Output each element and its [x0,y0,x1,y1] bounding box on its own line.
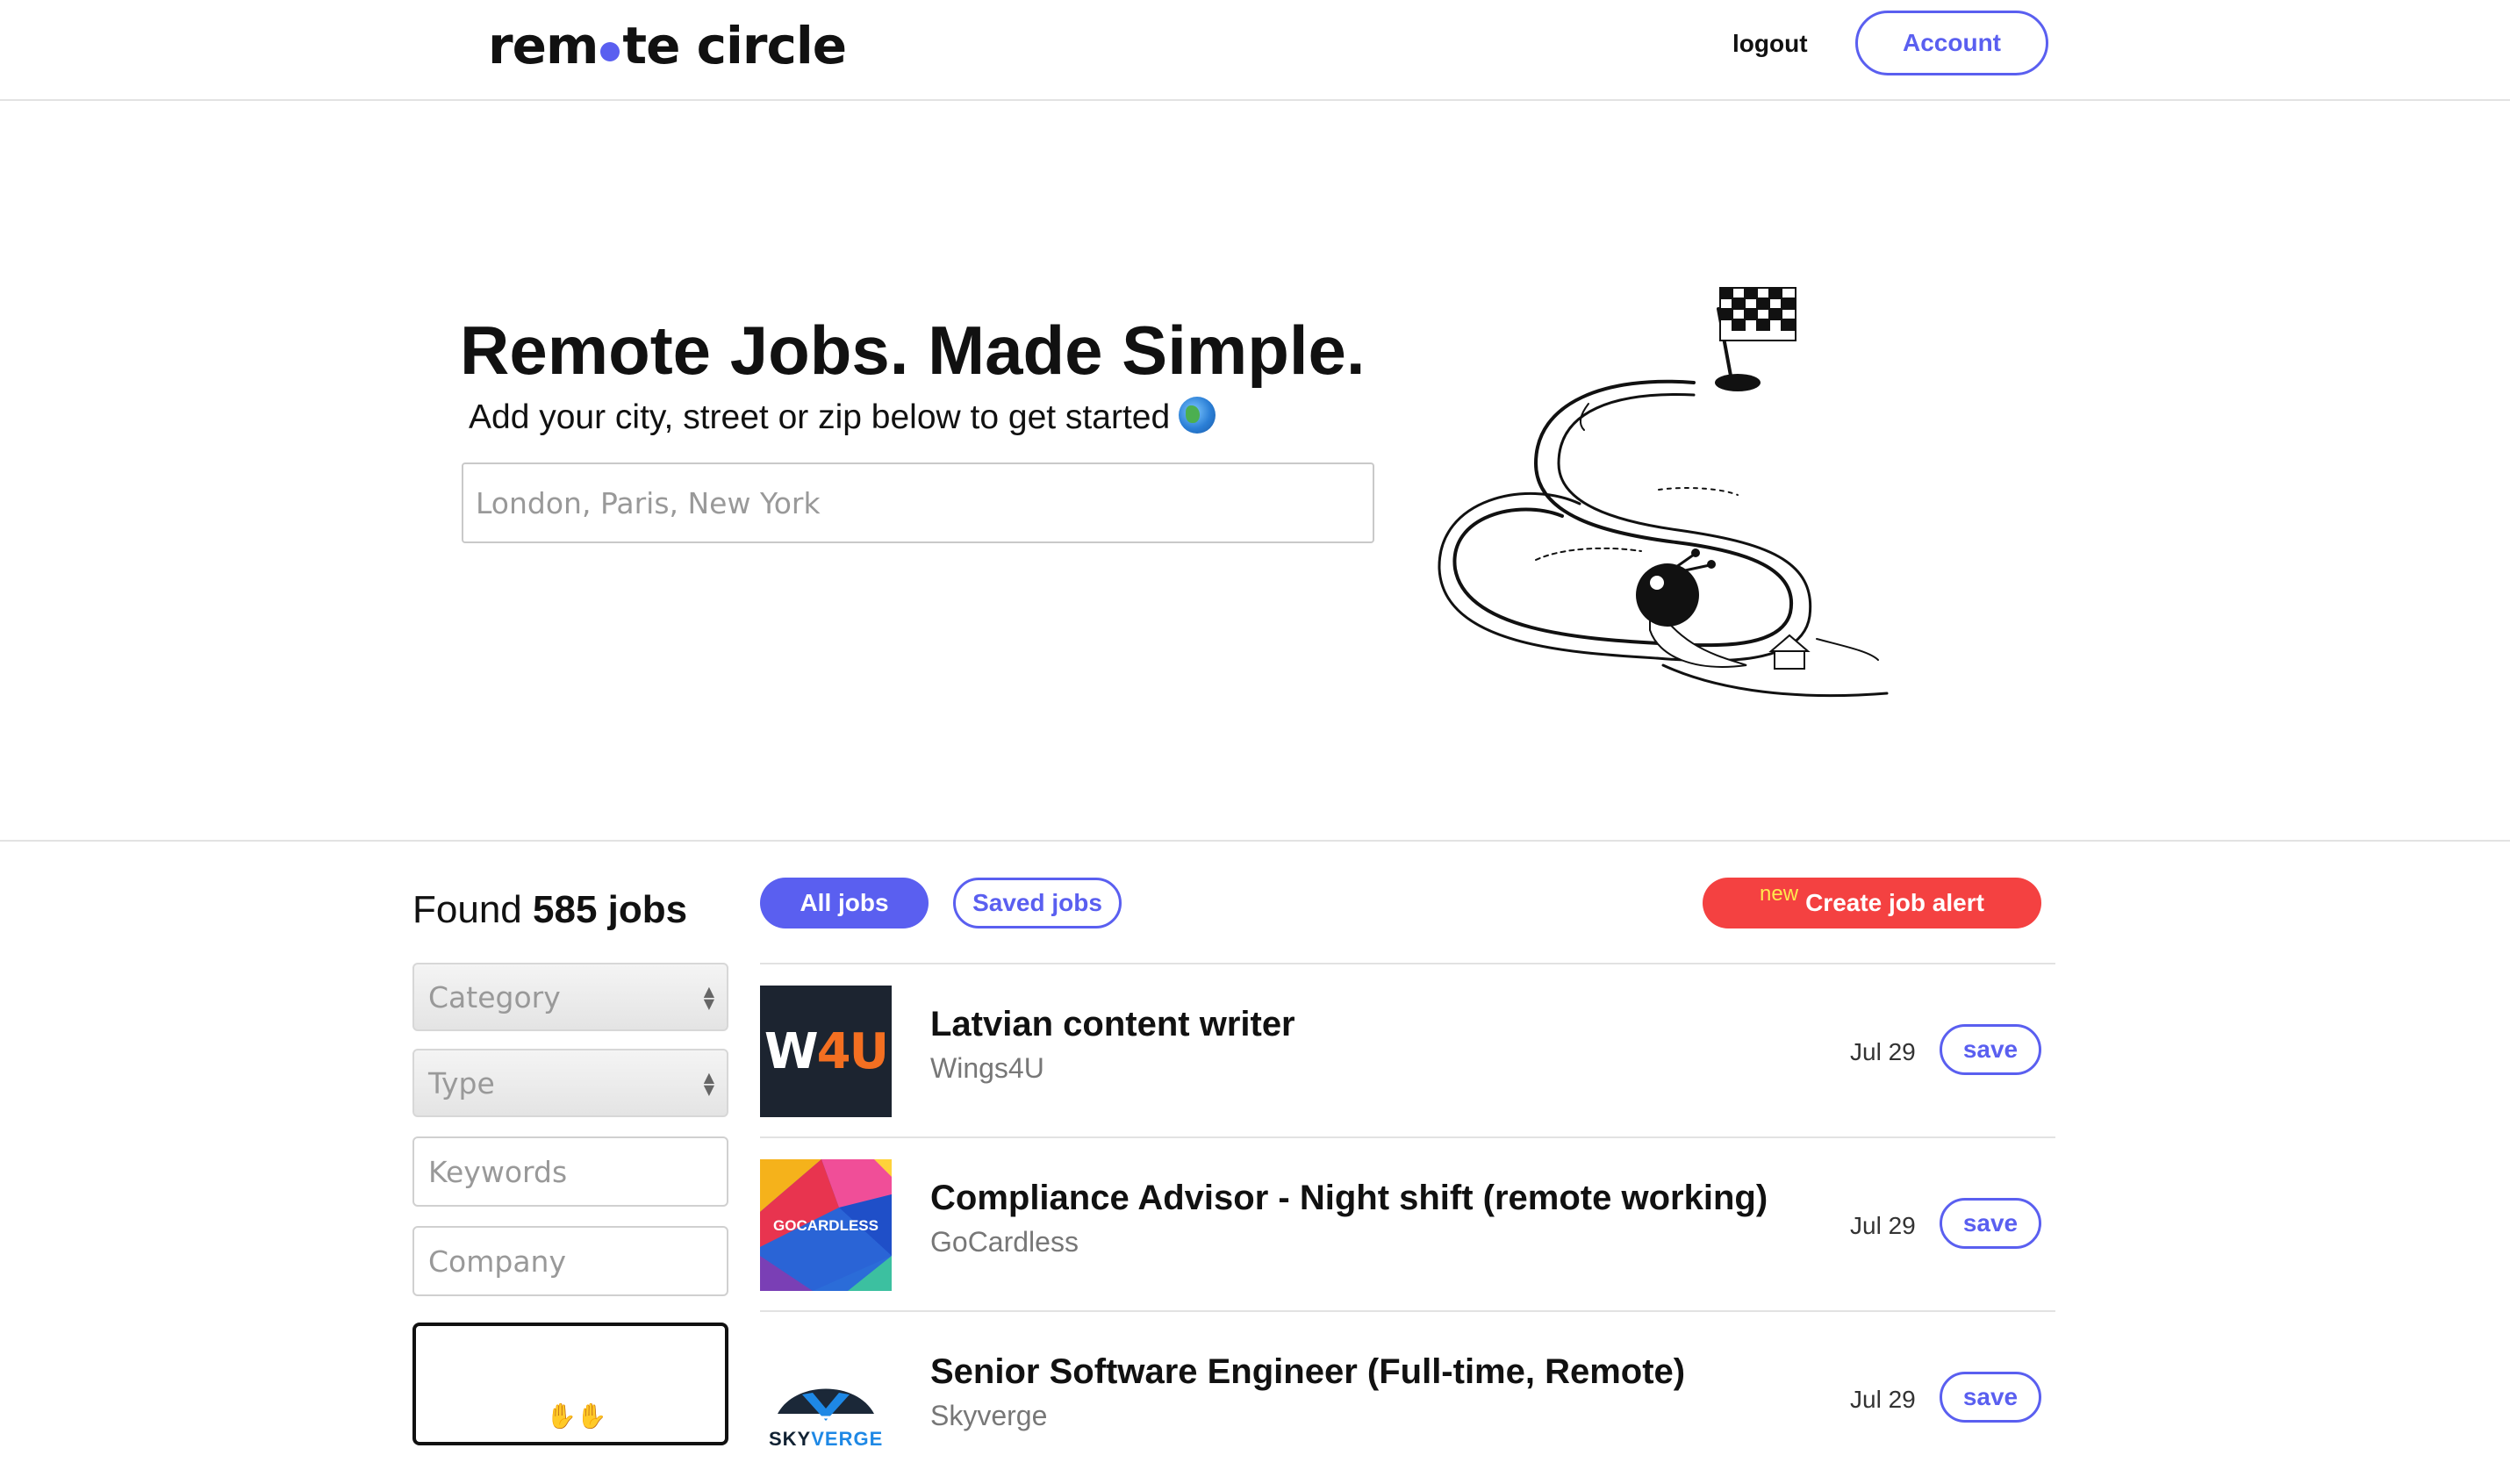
company-logo: SKYVERGE [760,1333,892,1465]
promo-card[interactable]: ✋✋ [412,1323,728,1445]
found-count: 585 jobs [533,888,688,931]
category-placeholder: Category [428,979,561,1014]
section-divider [0,840,2510,842]
job-company: Wings4U [930,1052,1044,1084]
globe-icon [1179,397,1216,434]
checkered-flag [1719,287,1796,341]
hero-subtitle: Add your city, street or zip below to ge… [469,397,1216,437]
logo-letter: W [764,1022,819,1080]
company-input[interactable]: Company [412,1226,728,1296]
results-count: Found 585 jobs [412,888,687,932]
job-title[interactable]: Latvian content writer [930,1005,1295,1044]
job-title[interactable]: Senior Software Engineer (Full-time, Rem… [930,1352,1685,1392]
job-date: Jul 29 [1850,1386,1916,1413]
job-row[interactable]: SKYVERGE Senior Software Engineer (Full-… [760,1310,2055,1484]
logo-text-part: SKY [769,1428,812,1450]
job-date: Jul 29 [1850,1212,1916,1239]
logo-text-end: te circle [622,16,847,75]
job-row[interactable]: GOCARDLESS Compliance Advisor - Night sh… [760,1136,2055,1310]
tab-all-jobs[interactable]: All jobs [760,878,929,928]
save-button[interactable]: save [1940,1198,2041,1249]
tiny-house [1768,634,1811,670]
hero-title: Remote Jobs. Made Simple. [460,312,1366,389]
tab-saved-jobs[interactable]: Saved jobs [953,878,1122,928]
site-logo[interactable]: rem te circle [488,16,847,75]
create-job-alert-button[interactable]: new Create job alert [1703,878,2041,928]
logo-text: GOCARDLESS [773,1217,878,1234]
type-select[interactable]: Type ▲ ▼ [412,1049,728,1117]
location-search-input[interactable]: London, Paris, New York [462,462,1374,543]
logout-link[interactable]: logout [1732,30,1808,58]
logo-text-part: VERGE [811,1428,884,1450]
hands-icon: ✋✋ [546,1402,607,1430]
new-badge: new [1760,882,1799,906]
type-placeholder: Type [428,1065,495,1100]
logo-letter: 4U [816,1022,889,1080]
company-placeholder: Company [428,1244,566,1279]
top-nav: rem te circle logout Account [0,0,2510,101]
winding-road-illustration [1438,287,1889,698]
select-arrows-icon: ▲ ▼ [703,983,714,1012]
create-alert-label: Create job alert [1805,889,1984,916]
location-placeholder: London, Paris, New York [476,485,821,520]
company-logo: W 4U [760,986,892,1117]
job-company: Skyverge [930,1400,1048,1431]
save-button[interactable]: save [1940,1372,2041,1423]
company-logo: GOCARDLESS [760,1159,892,1291]
hero-subtitle-text: Add your city, street or zip below to ge… [469,398,1171,436]
account-button[interactable]: Account [1855,11,2048,75]
logo-dot-icon [600,42,620,61]
found-prefix: Found [412,888,522,931]
save-button[interactable]: save [1940,1024,2041,1075]
job-row[interactable]: W 4U Latvian content writer Wings4U Jul 2… [760,963,2055,1136]
keywords-placeholder: Keywords [428,1154,568,1189]
job-company: GoCardless [930,1226,1079,1258]
logo-text: SKYVERGE [769,1428,883,1451]
select-arrows-icon: ▲ ▼ [703,1069,714,1098]
job-title[interactable]: Compliance Advisor - Night shift (remote… [930,1179,1768,1218]
logo-text-start: rem [488,16,599,75]
category-select[interactable]: Category ▲ ▼ [412,963,728,1031]
job-list: W 4U Latvian content writer Wings4U Jul 2… [760,963,2055,1484]
keywords-input[interactable]: Keywords [412,1136,728,1207]
snail-character [1636,548,1747,668]
job-date: Jul 29 [1850,1038,1916,1065]
